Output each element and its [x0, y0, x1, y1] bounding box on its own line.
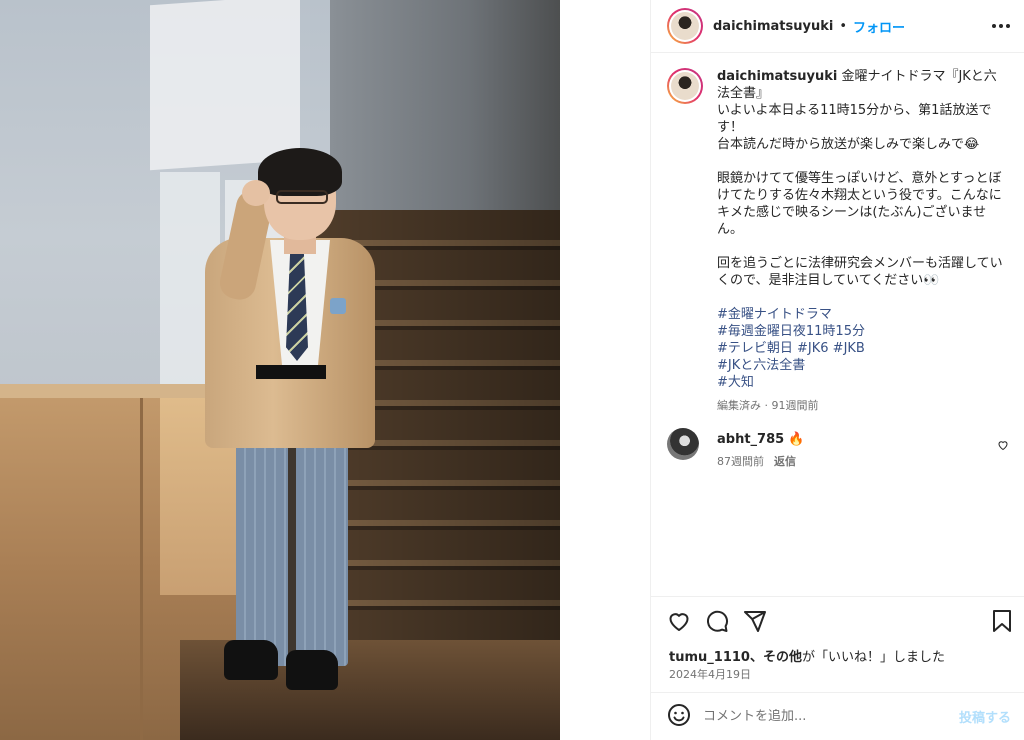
- caption-line: いよいよ本日よる11時15分から、第1話放送です！: [717, 103, 992, 135]
- avatar-image: [671, 72, 699, 100]
- likes-others-link[interactable]: 、その他: [750, 650, 802, 665]
- caption-line: 眼鏡かけてて優等生っぽいけど、意外とすっとぼけてたりする佐々木翔太という役です。…: [717, 171, 1002, 237]
- action-bar: [651, 596, 1024, 646]
- hashtag-link[interactable]: #毎週金曜日夜11時15分: [717, 323, 1007, 340]
- hair: [258, 148, 342, 196]
- follow-button[interactable]: フォロー: [853, 17, 905, 36]
- caption-line: 台本読んだ時から放送が楽しみで楽しみで😂: [717, 137, 980, 152]
- caption-body: daichimatsuyuki 金曜ナイトドラマ『JKと六法全書』 いよいよ本日…: [717, 68, 1007, 414]
- post-date: 2024年4月19日: [669, 668, 751, 681]
- post-caption: daichimatsuyuki 金曜ナイトドラマ『JKと六法全書』 いよいよ本日…: [667, 68, 1017, 414]
- comment-input[interactable]: [703, 709, 933, 724]
- post-side-panel: daichimatsuyuki • フォロー daichimatsuyuki 金…: [650, 0, 1024, 740]
- likes-summary: tumu_1110、その他が「いいね！」しました: [669, 646, 945, 665]
- share-paper-plane-icon[interactable]: [743, 609, 767, 637]
- hashtag-link[interactable]: #テレビ朝日 #JK6 #JKB: [717, 340, 1007, 357]
- comment-item: abht_785 🔥 87週間前 返信: [667, 428, 1017, 469]
- caption-line: 回を追うごとに法律研究会メンバーも活躍していくので、是非注目していてください👀: [717, 256, 1003, 288]
- separator-dot: •: [839, 18, 847, 34]
- shoe: [224, 640, 278, 680]
- author-username[interactable]: daichimatsuyuki: [713, 19, 833, 34]
- heart-icon[interactable]: [667, 609, 691, 637]
- post-photo[interactable]: [0, 0, 560, 740]
- belt: [256, 365, 326, 379]
- comment-bubble-icon[interactable]: [705, 609, 729, 637]
- trousers-gap: [288, 420, 296, 665]
- comment-text: 🔥: [788, 432, 805, 447]
- hand: [242, 180, 270, 206]
- reply-button[interactable]: 返信: [774, 455, 796, 468]
- commenter-username[interactable]: abht_785: [717, 432, 784, 447]
- commenter-avatar[interactable]: [667, 428, 699, 460]
- more-horizontal-icon[interactable]: [991, 17, 1011, 31]
- author-avatar[interactable]: [667, 8, 703, 44]
- bookmark-icon[interactable]: [991, 609, 1013, 637]
- hashtag-link[interactable]: #JKと六法全書: [717, 357, 1007, 374]
- add-comment-bar: 投稿する: [651, 692, 1024, 740]
- panel-divider: [140, 395, 143, 740]
- caption-meta: 編集済み · 91週間前: [717, 399, 819, 412]
- emoji-icon[interactable]: [667, 703, 691, 731]
- hashtag-list: #金曜ナイトドラマ #毎週金曜日夜11時15分 #テレビ朝日 #JK6 #JKB…: [717, 306, 1007, 391]
- likes-suffix: が「いいね！」しました: [801, 650, 945, 665]
- sunlight-patch: [150, 0, 300, 171]
- blazer-emblem: [330, 298, 346, 314]
- glasses: [276, 190, 328, 204]
- shoe: [286, 650, 338, 690]
- hashtag-link[interactable]: #大知: [717, 374, 1007, 391]
- avatar-image: [671, 12, 699, 40]
- liker-username[interactable]: tumu_1110: [669, 650, 750, 665]
- post-header: daichimatsuyuki • フォロー: [651, 0, 1024, 53]
- comment-like-heart-icon[interactable]: [997, 436, 1009, 455]
- comment-time: 87週間前: [717, 455, 764, 468]
- caption-avatar[interactable]: [667, 68, 703, 104]
- post-comment-button[interactable]: 投稿する: [959, 707, 1011, 726]
- caption-username[interactable]: daichimatsuyuki: [717, 69, 837, 84]
- hashtag-link[interactable]: #金曜ナイトドラマ: [717, 306, 1007, 323]
